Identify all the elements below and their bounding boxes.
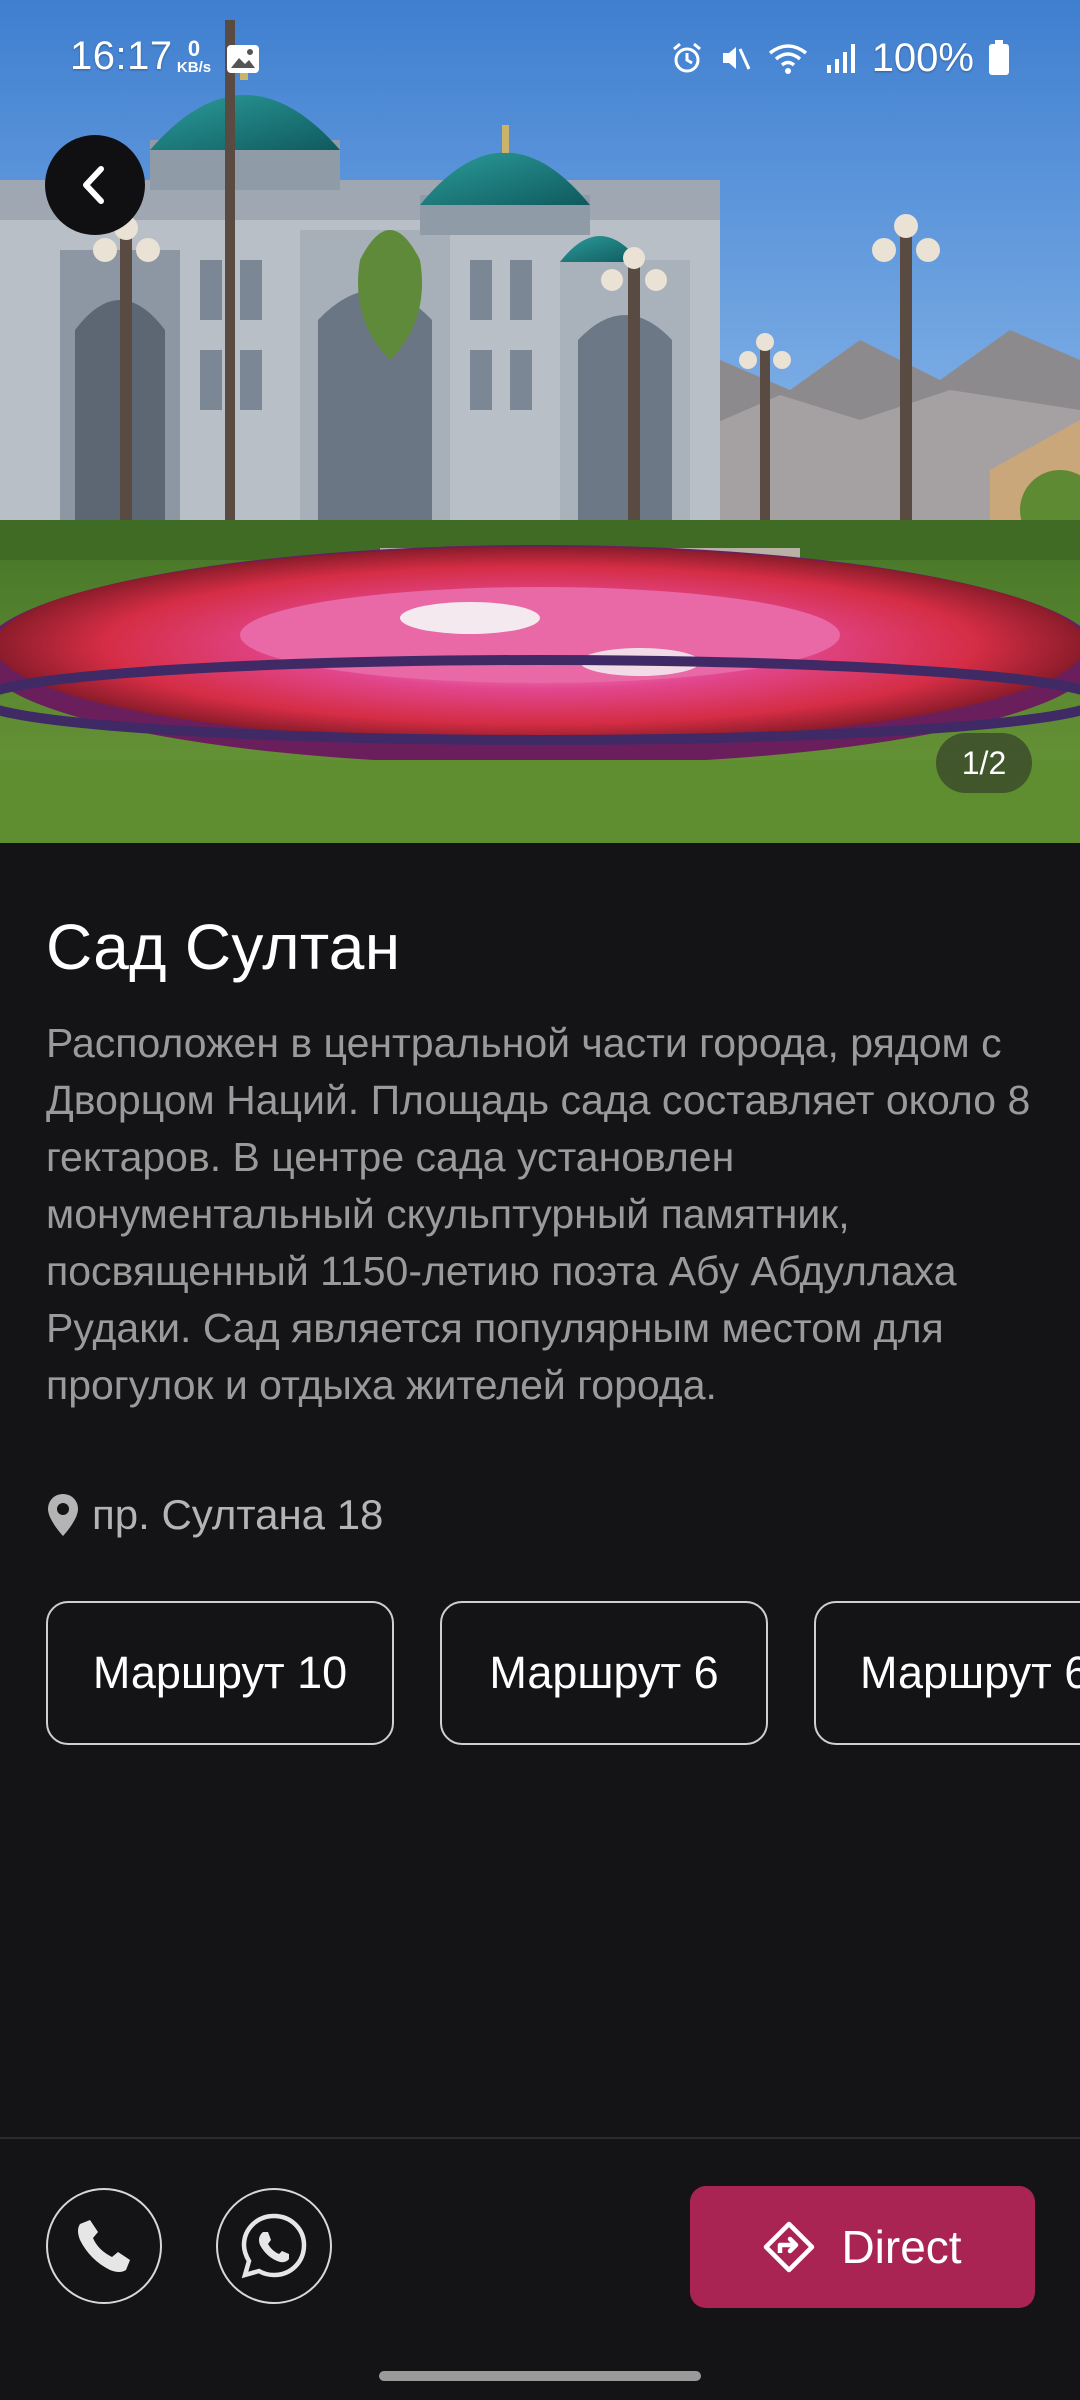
status-bar: 16:17 0 KB/s 100%	[0, 0, 1080, 118]
wifi-icon	[766, 41, 810, 75]
address-text: пр. Султана 18	[92, 1491, 384, 1538]
bottom-divider	[0, 2137, 1080, 2139]
call-button[interactable]	[46, 2188, 162, 2304]
route-chip-label: Маршрут 10	[92, 1647, 348, 1698]
place-photo[interactable]: 16:17 0 KB/s 100% 1/2	[0, 0, 1080, 843]
status-time: 16:17	[70, 34, 173, 78]
route-chip[interactable]: Маршрут 6	[814, 1601, 1080, 1745]
back-button[interactable]	[45, 135, 145, 235]
address[interactable]: пр. Султана 18	[46, 1491, 383, 1539]
gallery-icon	[226, 44, 260, 74]
route-chips[interactable]: Маршрут 10 Маршрут 6 Маршрут 6	[46, 1601, 1080, 1749]
home-indicator[interactable]	[379, 2371, 701, 2381]
network-speed-unit: KB/s	[176, 59, 212, 76]
directions-icon	[764, 2221, 815, 2273]
location-pin-icon	[48, 1494, 78, 1536]
direct-button[interactable]: Direct	[690, 2186, 1035, 2308]
image-counter: 1/2	[936, 733, 1032, 793]
battery-percent: 100%	[871, 35, 974, 80]
network-speed: 0 KB/s	[172, 38, 216, 76]
place-detail-screen: 16:17 0 KB/s 100% 1/2 Сад Султан Располо…	[0, 0, 1080, 2400]
place-description: Расположен в центральной части города, р…	[46, 1020, 1031, 1408]
whatsapp-icon	[241, 2213, 307, 2279]
direct-button-label: Direct	[841, 2221, 962, 2273]
phone-icon	[78, 2220, 130, 2272]
mute-icon	[718, 41, 752, 75]
route-chip-label: Маршрут 6	[489, 1647, 719, 1698]
network-speed-value: 0	[187, 36, 201, 61]
status-icons: 100%	[670, 34, 1010, 82]
battery-icon	[988, 40, 1010, 76]
chevron-left-icon	[83, 166, 104, 204]
place-photo-illustration	[0, 0, 1080, 843]
whatsapp-button[interactable]	[216, 2188, 332, 2304]
route-chip-label: Маршрут 6	[860, 1647, 1080, 1698]
alarm-icon	[670, 41, 704, 75]
signal-icon	[824, 41, 858, 75]
route-chip[interactable]: Маршрут 10	[46, 1601, 394, 1745]
route-chip[interactable]: Маршрут 6	[440, 1601, 768, 1745]
place-title: Сад Султан	[46, 911, 401, 983]
